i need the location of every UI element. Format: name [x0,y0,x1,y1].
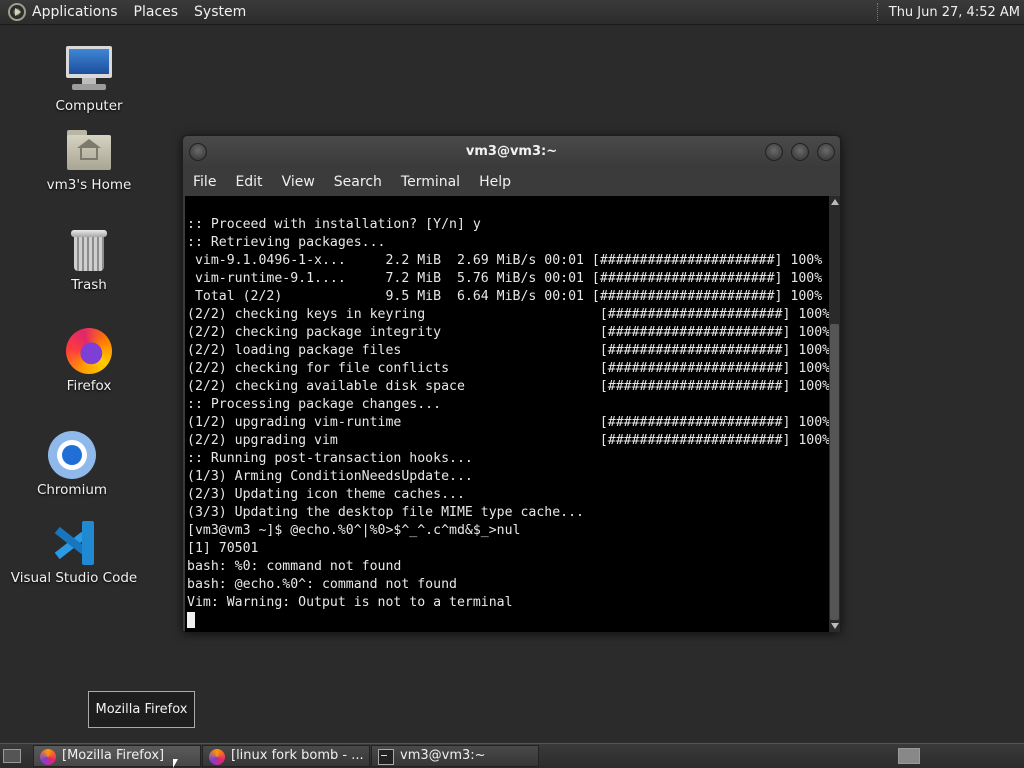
terminal-line: (3/3) Updating the desktop file MIME typ… [187,505,584,520]
terminal-line: (2/2) upgrading vim [###################… [187,433,829,448]
mouse-pointer-icon [173,759,178,768]
taskbar-item-label: [Mozilla Firefox] [62,748,165,763]
scrollbar-thumb[interactable] [830,324,839,620]
panel-separator [876,3,879,21]
terminal-line: vim-runtime-9.1.... 7.2 MiB 5.76 MiB/s 0… [187,271,823,286]
menu-places[interactable]: Places [134,4,179,20]
terminal-prompt-line [187,612,829,631]
terminal-line: vim-9.1.0496-1-x... 2.2 MiB 2.69 MiB/s 0… [187,253,823,268]
window-titlebar[interactable]: vm3@vm3:~ [183,136,840,168]
terminal-line: (2/2) checking keys in keyring [########… [187,307,829,322]
tooltip: Mozilla Firefox [88,691,195,728]
terminal-line: bash: %0: command not found [187,559,402,574]
terminal-line: (2/3) Updating icon theme caches... [187,487,465,502]
menu-applications[interactable]: Applications [32,4,118,20]
firefox-icon [40,749,56,765]
menu-search[interactable]: Search [334,174,382,190]
menu-help[interactable]: Help [479,174,511,190]
menu-terminal[interactable]: Terminal [401,174,460,190]
top-panel: Applications Places System Thu Jun 27, 4… [0,0,1024,25]
desktop-icon-label: Computer [55,98,123,114]
window-menu-button[interactable] [189,143,207,161]
clock[interactable]: Thu Jun 27, 4:52 AM [889,5,1020,20]
taskbar-item-firefox-2[interactable]: [linux fork bomb - ... [202,745,370,767]
terminal-line: (2/2) loading package files [###########… [187,343,829,358]
bottom-panel: [Mozilla Firefox] [linux fork bomb - ...… [0,743,1024,768]
terminal-line: :: Proceed with installation? [Y/n] y [187,217,481,232]
menu-view[interactable]: View [282,174,315,190]
computer-icon [64,46,114,92]
terminal-line: bash: @echo.%0^: command not found [187,577,457,592]
desktop-icon-vscode[interactable]: Visual Studio Code [9,521,139,586]
minimize-button[interactable] [765,143,783,161]
desktop-icon-label: Firefox [66,378,112,394]
terminal-line: (2/2) checking package integrity [######… [187,325,829,340]
terminal-window: vm3@vm3:~ File Edit View Search Terminal… [182,135,841,632]
workspace-switcher[interactable] [898,748,920,764]
menu-file[interactable]: File [193,174,216,190]
menu-edit[interactable]: Edit [235,174,262,190]
terminal-line: [vm3@vm3 ~]$ @echo.%0^|%0>$^_^.c^md&$_>n… [187,523,521,538]
desktop-icon-label: Trash [71,277,107,293]
scroll-down-arrow-icon[interactable] [831,623,839,629]
desktop-icon-computer[interactable]: Computer [24,46,154,114]
terminal-icon [378,749,394,765]
taskbar-item-terminal[interactable]: vm3@vm3:~ [371,745,539,767]
terminal-line: [1] 70501 [187,541,259,556]
firefox-icon [209,749,225,765]
home-folder-icon [67,130,111,170]
desktop-icon-chromium[interactable]: Chromium [7,431,137,498]
close-button[interactable] [817,143,835,161]
maximize-button[interactable] [791,143,809,161]
window-title: vm3@vm3:~ [465,144,558,159]
terminal-line: Vim: Warning: Output is not to a termina… [187,595,513,610]
menu-system[interactable]: System [194,4,246,20]
terminal-line: :: Retrieving packages... [187,235,386,250]
show-desktop-icon[interactable] [3,749,21,763]
scroll-up-arrow-icon[interactable] [831,199,839,205]
terminal-line: :: Processing package changes... [187,397,442,412]
terminal-line: (1/2) upgrading vim-runtime [###########… [187,415,829,430]
taskbar-item-label: [linux fork bomb - ... [231,748,364,763]
desktop-icon-trash[interactable]: Trash [24,230,154,293]
firefox-icon [66,328,112,374]
terminal-line: (2/2) checking for file conflicts [#####… [187,361,829,376]
desktop-icon-label: Chromium [36,482,108,498]
desktop-icon-firefox[interactable]: Firefox [24,328,154,394]
terminal-line: (2/2) checking available disk space [###… [187,379,829,394]
desktop-icon-home[interactable]: vm3's Home [24,130,154,193]
desktop-icon-label: vm3's Home [46,177,132,193]
terminal-line: (1/3) Arming ConditionNeedsUpdate... [187,469,473,484]
terminal-output[interactable]: :: Proceed with installation? [Y/n] y:: … [185,196,829,632]
terminal-menubar: File Edit View Search Terminal Help [183,168,840,196]
vscode-icon [52,521,96,565]
terminal-line: Total (2/2) 9.5 MiB 6.64 MiB/s 00:01 [##… [187,289,823,304]
terminal-line: :: Running post-transaction hooks... [187,451,473,466]
chromium-icon [48,431,96,479]
trash-icon [71,230,107,272]
distro-logo-icon[interactable] [8,3,26,21]
terminal-scrollbar[interactable] [829,196,840,632]
text-cursor [187,612,195,628]
taskbar-item-label: vm3@vm3:~ [400,748,486,763]
desktop-icon-label: Visual Studio Code [10,570,138,586]
